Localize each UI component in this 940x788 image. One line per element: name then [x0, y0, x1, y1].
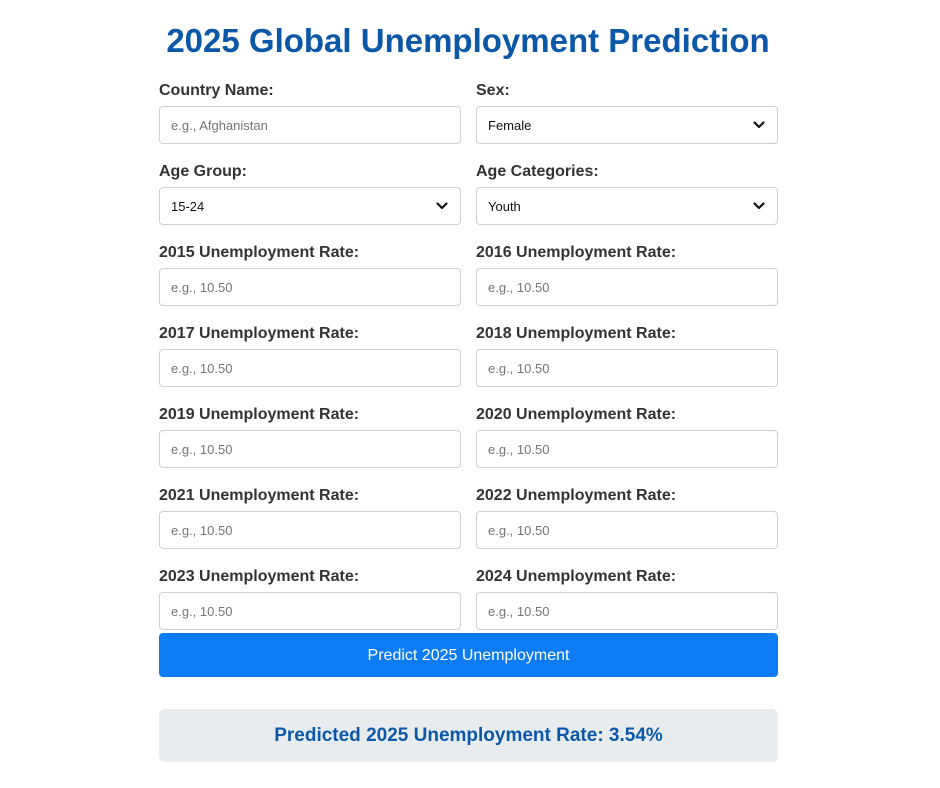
- rate-2023-field: 2023 Unemployment Rate:: [159, 566, 461, 630]
- rate-2017-field: 2017 Unemployment Rate:: [159, 323, 461, 387]
- country-label: Country Name:: [159, 82, 274, 99]
- age-group-selected-value: 15-24: [171, 198, 205, 214]
- age-group-label: Age Group:: [159, 163, 247, 180]
- rate-2020-label: 2020 Unemployment Rate:: [476, 406, 677, 423]
- rate-2015-label: 2015 Unemployment Rate:: [159, 244, 360, 261]
- rate-2023-input[interactable]: [159, 592, 461, 630]
- rate-2017-label: 2017 Unemployment Rate:: [159, 325, 360, 342]
- rate-2022-label: 2022 Unemployment Rate:: [476, 487, 677, 504]
- rate-2023-label: 2023 Unemployment Rate:: [159, 568, 360, 585]
- age-group-field: Age Group: 15-24: [159, 161, 461, 225]
- sex-select[interactable]: Female: [476, 106, 778, 144]
- page-title: 2025 Global Unemployment Prediction: [166, 22, 770, 59]
- sex-selected-value: Female: [488, 117, 532, 133]
- rate-2024-field: 2024 Unemployment Rate:: [476, 566, 778, 630]
- rate-2022-input[interactable]: [476, 511, 778, 549]
- rate-2019-label: 2019 Unemployment Rate:: [159, 406, 360, 423]
- country-field: Country Name:: [159, 80, 461, 144]
- rate-2021-input[interactable]: [159, 511, 461, 549]
- sex-label: Sex:: [476, 82, 510, 99]
- rate-2016-input[interactable]: [476, 268, 778, 306]
- rate-2024-label: 2024 Unemployment Rate:: [476, 568, 677, 585]
- rate-2018-field: 2018 Unemployment Rate:: [476, 323, 778, 387]
- sex-field: Sex: Female: [476, 80, 778, 144]
- rate-2021-label: 2021 Unemployment Rate:: [159, 487, 360, 504]
- rate-2020-field: 2020 Unemployment Rate:: [476, 404, 778, 468]
- rate-2019-input[interactable]: [159, 430, 461, 468]
- age-categories-field: Age Categories: Youth: [476, 161, 778, 225]
- rate-2021-field: 2021 Unemployment Rate:: [159, 485, 461, 549]
- age-categories-label: Age Categories:: [476, 163, 599, 180]
- rate-2020-input[interactable]: [476, 430, 778, 468]
- rate-2024-input[interactable]: [476, 592, 778, 630]
- rate-2017-input[interactable]: [159, 349, 461, 387]
- rate-2022-field: 2022 Unemployment Rate:: [476, 485, 778, 549]
- prediction-form: Country Name: Sex: Female Age Group: 15-…: [159, 80, 778, 630]
- age-categories-select[interactable]: Youth: [476, 187, 778, 225]
- rate-2018-label: 2018 Unemployment Rate:: [476, 325, 677, 342]
- rate-2015-input[interactable]: [159, 268, 461, 306]
- rate-2016-label: 2016 Unemployment Rate:: [476, 244, 677, 261]
- age-group-select[interactable]: 15-24: [159, 187, 461, 225]
- age-categories-selected-value: Youth: [488, 198, 521, 214]
- page: 2025 Global Unemployment Prediction Coun…: [0, 0, 940, 788]
- rate-2015-field: 2015 Unemployment Rate:: [159, 242, 461, 306]
- rate-2016-field: 2016 Unemployment Rate:: [476, 242, 778, 306]
- prediction-result: Predicted 2025 Unemployment Rate: 3.54%: [159, 709, 778, 762]
- rate-2019-field: 2019 Unemployment Rate:: [159, 404, 461, 468]
- rate-2018-input[interactable]: [476, 349, 778, 387]
- chevron-down-icon: [753, 121, 765, 129]
- country-input[interactable]: [159, 106, 461, 144]
- chevron-down-icon: [436, 202, 448, 210]
- chevron-down-icon: [753, 202, 765, 210]
- predict-button[interactable]: Predict 2025 Unemployment: [159, 633, 778, 677]
